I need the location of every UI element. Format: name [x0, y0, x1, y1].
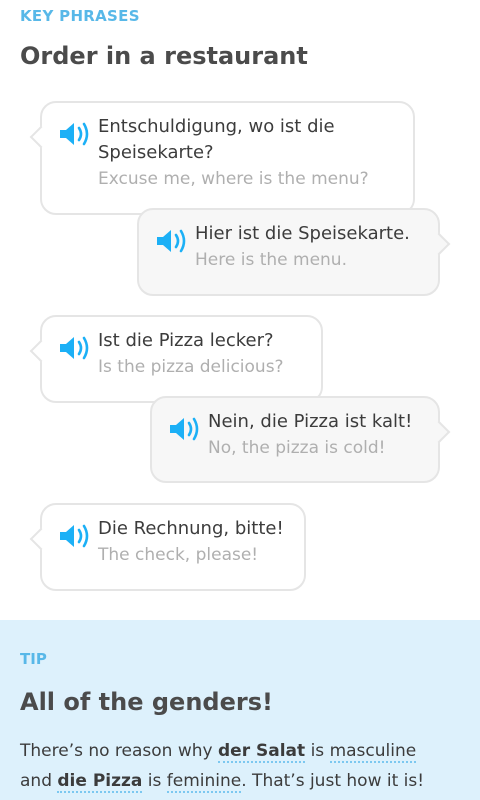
tip-panel: TIP All of the genders! There’s no reaso…: [0, 620, 480, 800]
english-translation: Here is the menu.: [195, 250, 347, 270]
tip-word-feminine[interactable]: feminine: [166, 771, 242, 793]
english-translation: No, the pizza is cold!: [208, 438, 386, 458]
speaker-icon[interactable]: [168, 416, 202, 442]
tip-text: There’s no reason why: [20, 741, 219, 761]
german-phrase: Hier ist die Speisekarte.: [195, 223, 410, 244]
german-phrase: Die Rechnung, bitte!: [98, 518, 284, 539]
speaker-icon[interactable]: [155, 228, 189, 254]
tip-text: is: [305, 741, 330, 761]
tip-title: All of the genders!: [20, 688, 273, 716]
tip-term-die-pizza[interactable]: die Pizza: [57, 771, 143, 793]
dialogue-bubble: Die Rechnung, bitte! The check, please!: [29, 503, 306, 591]
german-phrase: Entschuldigung, wo ist die Speisekarte?: [98, 116, 335, 163]
dialogue-bubble: Entschuldigung, wo ist die Speisekarte? …: [29, 101, 415, 215]
tip-body: There’s no reason why der Salat is mascu…: [20, 736, 475, 796]
speaker-icon[interactable]: [58, 335, 92, 361]
dialogue-bubble: Ist die Pizza lecker? Is the pizza delic…: [29, 315, 323, 403]
english-translation: Is the pizza delicious?: [98, 357, 284, 377]
german-phrase: Ist die Pizza lecker?: [98, 330, 274, 351]
tip-term-der-salat[interactable]: der Salat: [218, 741, 306, 763]
tip-word-masculine[interactable]: masculine: [329, 741, 417, 763]
page-title: Order in a restaurant: [20, 42, 308, 70]
bubble-tail: [29, 527, 53, 551]
tip-line: and die Pizza is feminine. That’s just h…: [20, 766, 475, 796]
dialogue-bubble: Hier ist die Speisekarte. Here is the me…: [137, 208, 451, 296]
german-phrase: Nein, die Pizza ist kalt!: [208, 411, 413, 432]
section-label: KEY PHRASES: [20, 7, 140, 25]
bubble-tail: [427, 232, 451, 256]
speaker-icon[interactable]: [58, 523, 92, 549]
speaker-icon[interactable]: [58, 121, 92, 147]
bubble-tail: [427, 420, 451, 444]
tip-label: TIP: [20, 650, 47, 668]
tip-text: and: [20, 771, 58, 791]
bubble-tail: [29, 125, 53, 149]
english-translation: The check, please!: [98, 545, 259, 565]
dialogue-bubble: Nein, die Pizza ist kalt! No, the pizza …: [150, 396, 451, 483]
tip-text: is: [142, 771, 167, 791]
tip-text: . That’s just how it is!: [241, 771, 425, 791]
tip-line: There’s no reason why der Salat is mascu…: [20, 736, 475, 766]
bubble-tail: [29, 339, 53, 363]
english-translation: Excuse me, where is the menu?: [98, 169, 369, 189]
